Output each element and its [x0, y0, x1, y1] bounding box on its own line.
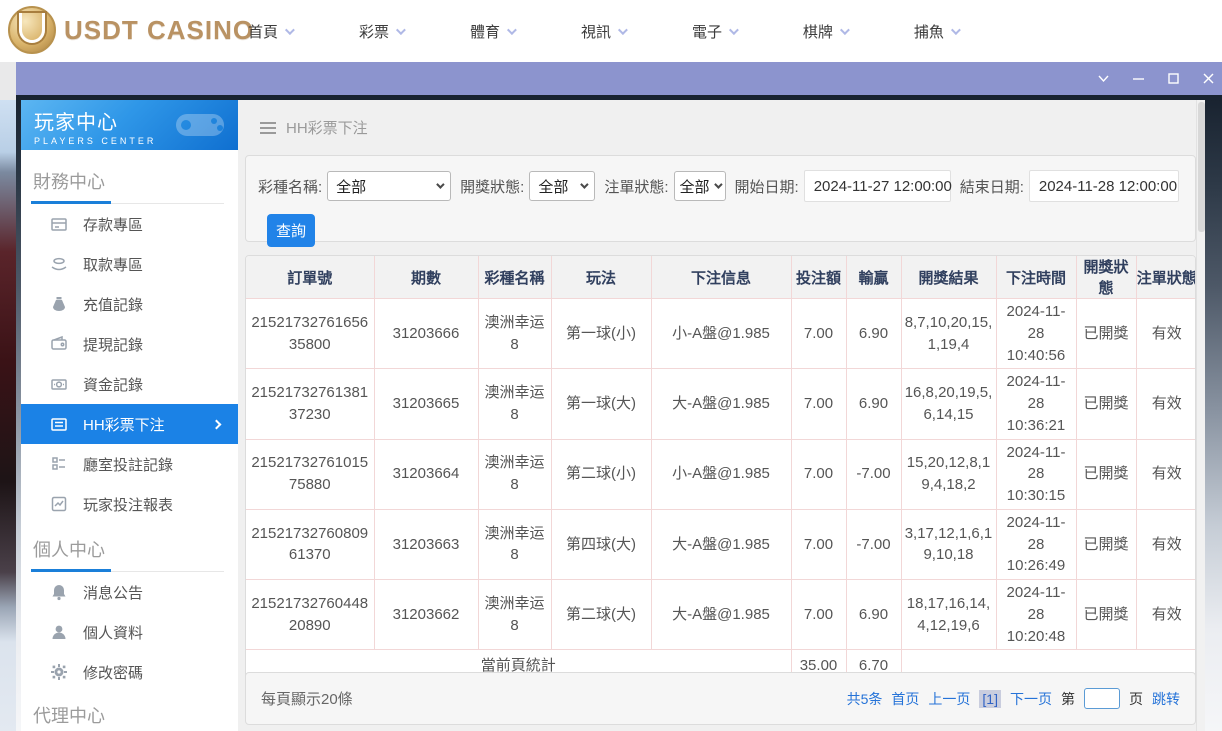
- pager: 共5条 首页 上一页 [1] 下一页 第 页 跳转: [847, 688, 1180, 709]
- chevron-down-icon: [395, 24, 406, 35]
- table-row: 2152173276044820890 31203662 澳洲幸运8 第二球(大) …: [246, 578, 1195, 651]
- wallet-icon: [50, 335, 68, 353]
- person-icon: [50, 623, 68, 641]
- sidebar-item-withdraw[interactable]: 取款專區: [21, 244, 238, 284]
- report-chart-icon: [50, 495, 68, 513]
- main-content: HH彩票下注 彩種名稱: 全部 開獎狀態: 全部 注單狀態: 全部 開始日期: …: [238, 100, 1196, 731]
- bets-table-panel: 訂單號 期數 彩種名稱 玩法 下注信息 投注額 輸贏 開獎結果 下注時間 開獎狀態 注單狀…: [245, 255, 1196, 717]
- gamepad-icon: [176, 114, 224, 136]
- hamburger-icon[interactable]: [260, 121, 276, 134]
- gear-icon: [50, 663, 68, 681]
- page-background-photo: [0, 62, 16, 731]
- nav-item-sports[interactable]: 體育: [470, 21, 517, 42]
- chevron-down-icon: [436, 180, 445, 189]
- window-minimize-icon[interactable]: [1131, 71, 1146, 86]
- chevron-down-icon: [617, 24, 628, 35]
- bell-icon: [50, 583, 68, 601]
- sidebar-item-hall-bet-record[interactable]: 廳室投註記錄: [21, 444, 238, 484]
- first-page-link[interactable]: 首页: [891, 689, 919, 709]
- table-header-row: 訂單號 期數 彩種名稱 玩法 下注信息 投注額 輸贏 開獎結果 下注時間 開獎狀態 注單狀…: [246, 256, 1195, 299]
- sidebar: 玩家中心 PLAYERS CENTER 財務中心 存款專區 取款專區 充值記錄: [21, 100, 238, 731]
- order-status-select[interactable]: 全部: [673, 171, 726, 201]
- sidebar-item-funds-record[interactable]: 資金記錄: [21, 364, 238, 404]
- bets-table: 訂單號 期數 彩種名稱 玩法 下注信息 投注額 輸贏 開獎結果 下注時間 開獎狀態 注單狀…: [246, 256, 1195, 716]
- current-page-badge: [1]: [979, 689, 1001, 708]
- nav-item-video[interactable]: 視訊: [581, 21, 628, 42]
- chevron-down-icon: [950, 24, 961, 35]
- window-collapse-icon[interactable]: [1096, 71, 1111, 86]
- usdt-coin-icon: [8, 6, 56, 54]
- sidebar-item-deposit[interactable]: 存款專區: [21, 204, 238, 244]
- page-title: HH彩票下注: [286, 120, 368, 137]
- sidebar-item-withdrawal-record[interactable]: 提現記錄: [21, 324, 238, 364]
- next-page-link[interactable]: 下一页: [1010, 689, 1052, 709]
- section-personal-center: 個人中心: [21, 524, 238, 572]
- sidebar-item-change-password[interactable]: 修改密碼: [21, 652, 238, 692]
- sidebar-header: 玩家中心 PLAYERS CENTER: [21, 100, 238, 150]
- chevron-down-icon: [580, 180, 590, 189]
- nav-item-slots[interactable]: 電子: [692, 21, 739, 42]
- pagination-bar: 每頁顯示20條 共5条 首页 上一页 [1] 下一页 第 页 跳转: [245, 672, 1196, 725]
- deposit-card-icon: [50, 215, 68, 233]
- lottery-name-select[interactable]: 全部: [327, 171, 452, 201]
- chevron-down-icon: [284, 24, 295, 35]
- nav-item-lottery[interactable]: 彩票: [359, 21, 406, 42]
- chevron-down-icon: [713, 180, 723, 189]
- order-status-label: 注單狀態:: [604, 178, 669, 196]
- table-row: 2152173276165635800 31203666 澳洲幸运8 第一球(小) …: [246, 297, 1195, 370]
- window-maximize-icon[interactable]: [1166, 71, 1181, 86]
- end-date-label: 結束日期:: [959, 178, 1024, 196]
- filter-panel: 彩種名稱: 全部 開獎狀態: 全部 注單狀態: 全部 開始日期: 2024-11…: [245, 155, 1196, 247]
- draw-status-select[interactable]: 全部: [529, 171, 596, 201]
- brand-logo[interactable]: USDT CASINO: [8, 6, 254, 54]
- modal-backdrop: 玩家中心 PLAYERS CENTER 財務中心 存款專區 取款專區 充值記錄: [16, 95, 1222, 731]
- start-date-label: 開始日期:: [734, 178, 799, 196]
- draw-status-label: 開獎狀態:: [460, 178, 525, 196]
- sidebar-item-profile[interactable]: 個人資料: [21, 612, 238, 652]
- chevron-down-icon: [839, 24, 850, 35]
- prev-page-link[interactable]: 上一页: [928, 689, 970, 709]
- jump-button[interactable]: 跳转: [1152, 689, 1180, 709]
- total-count: 共5条: [846, 690, 883, 707]
- section-agent-center: 代理中心: [33, 706, 105, 726]
- sidebar-item-hh-lottery-bets[interactable]: HH彩票下注: [21, 404, 238, 444]
- top-navbar: USDT CASINO 首頁 彩票 體育 視訊 電子 棋牌 捕魚: [0, 0, 1222, 62]
- main-menu: 首頁 彩票 體育 視訊 電子 棋牌 捕魚: [248, 0, 961, 62]
- bet-list-icon: [50, 415, 68, 433]
- end-date-input[interactable]: 2024-11-28 12:00:00: [1028, 170, 1179, 202]
- section-finance-center: 財務中心: [21, 150, 238, 204]
- sidebar-item-recharge-record[interactable]: 充值記錄: [21, 284, 238, 324]
- nav-item-home[interactable]: 首頁: [248, 21, 295, 42]
- brand-name: USDT CASINO: [64, 14, 255, 45]
- page-size-label: 每頁顯示20條: [261, 691, 353, 708]
- jump-suffix: 页: [1129, 690, 1143, 707]
- hand-money-icon: [50, 255, 68, 273]
- jump-prefix: 第: [1061, 690, 1075, 707]
- start-date-input[interactable]: 2024-11-27 12:00:00: [803, 170, 952, 202]
- sidebar-item-announcements[interactable]: 消息公告: [21, 572, 238, 612]
- window-close-icon[interactable]: [1201, 71, 1216, 86]
- clipboard-list-icon: [50, 455, 68, 473]
- table-row: 2152173276101575880 31203664 澳洲幸运8 第二球(小) …: [246, 438, 1195, 510]
- chevron-right-icon: [211, 419, 222, 429]
- nav-item-cards[interactable]: 棋牌: [803, 21, 850, 42]
- table-row: 2152173276138137230 31203665 澳洲幸运8 第一球(大) …: [246, 368, 1195, 440]
- lottery-name-label: 彩種名稱:: [258, 178, 323, 196]
- money-bag-icon: [50, 295, 68, 313]
- chevron-down-icon: [728, 24, 739, 35]
- sidebar-item-player-bet-report[interactable]: 玩家投注報表: [21, 484, 238, 524]
- query-button[interactable]: 查詢: [267, 214, 315, 247]
- banknote-icon: [50, 375, 68, 393]
- breadcrumb: HH彩票下注: [260, 117, 368, 138]
- nav-item-fishing[interactable]: 捕魚: [914, 21, 961, 42]
- chevron-down-icon: [506, 24, 517, 35]
- table-row: 2152173276080961370 31203663 澳洲幸运8 第四球(大) …: [246, 508, 1195, 581]
- main-scrollbar[interactable]: [1196, 100, 1205, 731]
- window-titlebar: [16, 62, 1222, 95]
- page-number-input[interactable]: [1084, 688, 1120, 709]
- scrollbar-thumb[interactable]: [1198, 102, 1205, 232]
